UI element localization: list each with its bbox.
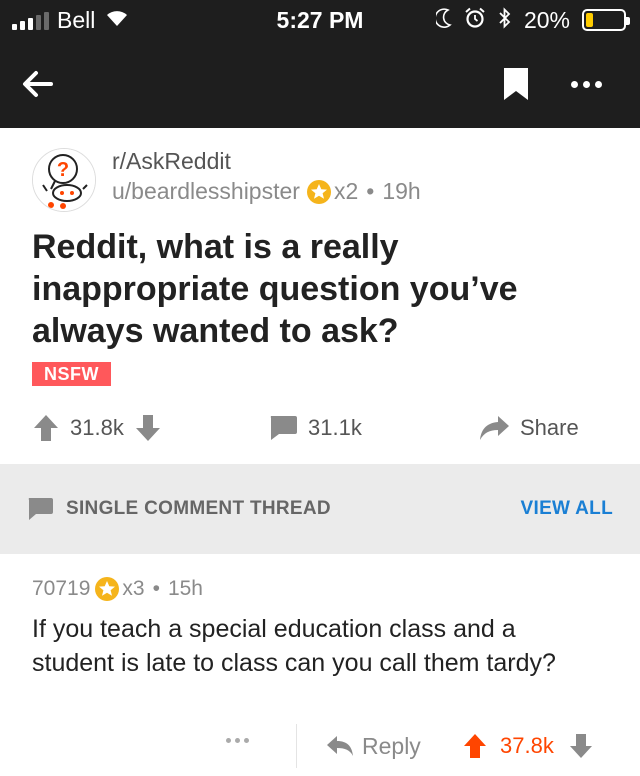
comment-body: If you teach a special education class a… — [32, 615, 556, 677]
post-age: 19h — [382, 178, 421, 204]
post-comment-count: 31.1k — [308, 415, 362, 440]
post-title: Reddit, what is a really inappropriate q… — [32, 228, 518, 350]
bookmark-icon — [504, 68, 528, 100]
battery-icon — [582, 9, 630, 31]
comment-author[interactable]: 70719 — [32, 577, 90, 601]
askreddit-icon: ? — [33, 149, 95, 211]
comment-more-button[interactable] — [226, 738, 249, 743]
subreddit-name[interactable]: r/AskReddit — [112, 148, 231, 175]
svg-text:?: ? — [57, 159, 69, 181]
award-icon — [306, 179, 331, 204]
post-actions: 31.8k 31.1k Share — [0, 408, 640, 448]
comment-icon — [28, 498, 53, 520]
view-all-link[interactable]: VIEW ALL — [521, 498, 613, 520]
comment-vote-group: 37.8k — [462, 728, 594, 764]
share-icon — [480, 416, 509, 440]
comment-meta: 70719 x3 • 15h — [32, 576, 203, 602]
more-icon — [570, 80, 578, 88]
battery-level — [586, 13, 594, 27]
upvote-icon[interactable] — [32, 413, 60, 443]
back-button[interactable] — [14, 60, 62, 108]
thread-banner-label: SINGLE COMMENT THREAD — [66, 498, 331, 519]
comment-actions: Reply 37.8k — [0, 724, 640, 768]
nav-bar — [0, 40, 640, 128]
app-header: Bell 5:27 PM 20% — [0, 0, 640, 128]
bookmark-button[interactable] — [496, 62, 536, 106]
status-right: 20% — [434, 6, 630, 34]
comment-meta-separator: • — [152, 577, 160, 600]
downvote-icon[interactable] — [568, 732, 594, 760]
reply-label: Reply — [362, 732, 421, 759]
post-meta-separator: • — [366, 178, 375, 204]
award-icon — [95, 577, 120, 601]
comment-icon — [270, 416, 297, 440]
comment-actions-divider — [296, 724, 297, 768]
downvote-icon[interactable] — [134, 413, 162, 443]
reply-button[interactable]: Reply — [326, 728, 421, 764]
share-button[interactable]: Share — [478, 408, 589, 448]
post-vote-group: 31.8k — [32, 408, 162, 448]
thread-banner-left: SINGLE COMMENT THREAD — [26, 496, 331, 522]
back-arrow-icon — [23, 71, 53, 97]
status-bar: Bell 5:27 PM 20% — [0, 0, 640, 40]
comments-button[interactable]: 31.1k — [268, 408, 372, 448]
more-icon — [226, 738, 231, 743]
post-award-count: x2 — [333, 178, 359, 204]
post-card: ? r/AskReddit u/beardlesshipster x2 • 19… — [0, 128, 640, 464]
post-upvote-count: 31.8k — [70, 415, 124, 440]
alarm-icon — [464, 7, 486, 34]
comment-award-count: x3 — [122, 577, 145, 600]
reply-icon — [327, 736, 353, 756]
comment-card: 70719 x3 • 15h If you teach a special ed… — [0, 554, 640, 776]
nsfw-badge: NSFW — [32, 362, 111, 386]
upvote-icon[interactable] — [462, 732, 488, 760]
single-comment-thread-banner: SINGLE COMMENT THREAD VIEW ALL — [0, 464, 640, 554]
post-author-line: u/beardlesshipster x2 • 19h — [112, 178, 421, 205]
more-options-button[interactable] — [556, 62, 616, 106]
subreddit-avatar[interactable]: ? — [32, 148, 96, 212]
moon-icon — [434, 7, 452, 33]
post-author[interactable]: u/beardlesshipster — [112, 178, 300, 205]
comment-age: 15h — [167, 577, 203, 600]
comment-upvote-count: 37.8k — [500, 733, 554, 758]
battery-percent: 20% — [523, 6, 570, 33]
bluetooth-icon — [498, 6, 512, 34]
share-label: Share — [520, 415, 579, 440]
